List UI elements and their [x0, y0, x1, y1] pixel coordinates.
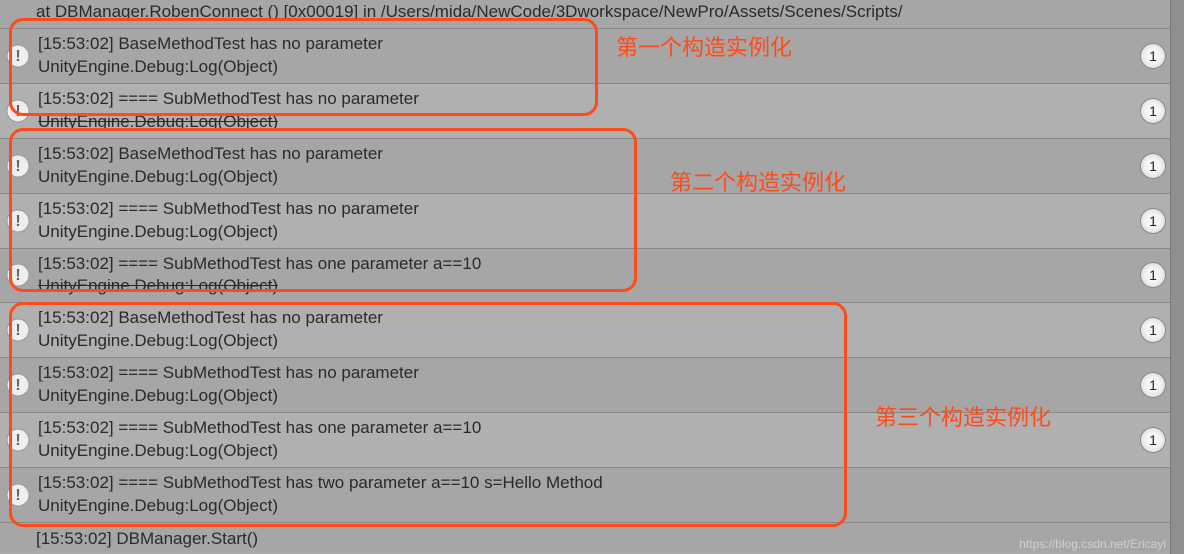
info-icon: !	[6, 483, 30, 507]
info-icon: !	[6, 428, 30, 452]
log-message: [15:53:02] BaseMethodTest has no paramet…	[38, 307, 1140, 353]
log-text-partial-bottom: [15:53:02] DBManager.Start()	[36, 529, 258, 548]
info-icon: !	[6, 318, 30, 342]
log-row[interactable]: ! [15:53:02] ==== SubMethodTest has no pa…	[0, 194, 1184, 249]
log-line-1: [15:53:02] ==== SubMethodTest has no par…	[38, 362, 1140, 385]
vertical-scrollbar[interactable]	[1170, 0, 1184, 554]
info-icon: !	[6, 263, 30, 287]
log-message: [15:53:02] BaseMethodTest has no paramet…	[38, 33, 1140, 79]
svg-text:!: !	[15, 487, 20, 504]
count-badge[interactable]: 1	[1140, 317, 1166, 343]
svg-text:!: !	[15, 267, 20, 284]
svg-text:!: !	[15, 158, 20, 175]
log-line-1: [15:53:02] ==== SubMethodTest has two pa…	[38, 472, 1184, 495]
log-row[interactable]: ! [15:53:02] ==== SubMethodTest has one p…	[0, 249, 1184, 304]
svg-text:!: !	[15, 432, 20, 449]
log-line-2: UnityEngine.Debug:Log(Object)	[38, 385, 1140, 408]
count-badge[interactable]: 1	[1140, 43, 1166, 69]
log-line-2: UnityEngine.Debug:Log(Object)	[38, 275, 1140, 298]
count-badge[interactable]: 1	[1140, 427, 1166, 453]
log-row[interactable]: ! [15:53:02] ==== SubMethodTest has no pa…	[0, 84, 1184, 139]
svg-text:!: !	[15, 322, 20, 339]
log-line-2: UnityEngine.Debug:Log(Object)	[38, 166, 1140, 189]
log-line-2: UnityEngine.Debug:Log(Object)	[38, 221, 1140, 244]
log-line-1: [15:53:02] ==== SubMethodTest has no par…	[38, 88, 1140, 111]
svg-text:!: !	[15, 103, 20, 120]
log-line-1: [15:53:02] ==== SubMethodTest has one pa…	[38, 253, 1140, 276]
log-line-2: UnityEngine.Debug:Log(Object)	[38, 440, 1140, 463]
log-message: [15:53:02] BaseMethodTest has no paramet…	[38, 143, 1140, 189]
count-badge[interactable]: 1	[1140, 208, 1166, 234]
log-line-2: UnityEngine.Debug:Log(Object)	[38, 330, 1140, 353]
svg-text:!: !	[15, 48, 20, 65]
count-badge[interactable]: 1	[1140, 262, 1166, 288]
console-panel: at DBManager.RobenConnect () [0x00019] i…	[0, 0, 1184, 551]
info-icon: !	[6, 209, 30, 233]
log-message: [15:53:02] ==== SubMethodTest has two pa…	[38, 472, 1184, 518]
log-line-2: UnityEngine.Debug:Log(Object)	[38, 111, 1140, 134]
log-line-1: [15:53:02] ==== SubMethodTest has no par…	[38, 198, 1140, 221]
partial-log-bottom: [15:53:02] DBManager.Start()	[0, 523, 1184, 551]
log-line-1: [15:53:02] ==== SubMethodTest has one pa…	[38, 417, 1140, 440]
log-message: [15:53:02] ==== SubMethodTest has no par…	[38, 362, 1140, 408]
log-row[interactable]: ! [15:53:02] ==== SubMethodTest has two p…	[0, 468, 1184, 523]
log-row[interactable]: ! [15:53:02] BaseMethodTest has no parame…	[0, 303, 1184, 358]
count-badge[interactable]: 1	[1140, 98, 1166, 124]
log-message: [15:53:02] ==== SubMethodTest has no par…	[38, 88, 1140, 134]
log-message: [15:53:02] ==== SubMethodTest has one pa…	[38, 253, 1140, 299]
log-row[interactable]: ! [15:53:02] BaseMethodTest has no parame…	[0, 29, 1184, 84]
info-icon: !	[6, 44, 30, 68]
log-line-2: UnityEngine.Debug:Log(Object)	[38, 495, 1184, 518]
watermark-text: https://blog.csdn.net/Ericayi	[1019, 537, 1166, 551]
info-icon: !	[6, 99, 30, 123]
svg-text:!: !	[15, 377, 20, 394]
log-text-partial: at DBManager.RobenConnect () [0x00019] i…	[36, 2, 902, 21]
info-icon: !	[6, 373, 30, 397]
log-line-2: UnityEngine.Debug:Log(Object)	[38, 56, 1140, 79]
svg-text:!: !	[15, 213, 20, 230]
log-message: [15:53:02] ==== SubMethodTest has one pa…	[38, 417, 1140, 463]
count-badge[interactable]: 1	[1140, 153, 1166, 179]
partial-log-top: at DBManager.RobenConnect () [0x00019] i…	[0, 0, 1184, 29]
count-badge[interactable]: 1	[1140, 372, 1166, 398]
log-line-1: [15:53:02] BaseMethodTest has no paramet…	[38, 33, 1140, 56]
log-line-1: [15:53:02] BaseMethodTest has no paramet…	[38, 143, 1140, 166]
info-icon: !	[6, 154, 30, 178]
log-row[interactable]: ! [15:53:02] ==== SubMethodTest has no pa…	[0, 358, 1184, 413]
log-line-1: [15:53:02] BaseMethodTest has no paramet…	[38, 307, 1140, 330]
log-row[interactable]: ! [15:53:02] ==== SubMethodTest has one p…	[0, 413, 1184, 468]
log-message: [15:53:02] ==== SubMethodTest has no par…	[38, 198, 1140, 244]
log-row[interactable]: ! [15:53:02] BaseMethodTest has no parame…	[0, 139, 1184, 194]
